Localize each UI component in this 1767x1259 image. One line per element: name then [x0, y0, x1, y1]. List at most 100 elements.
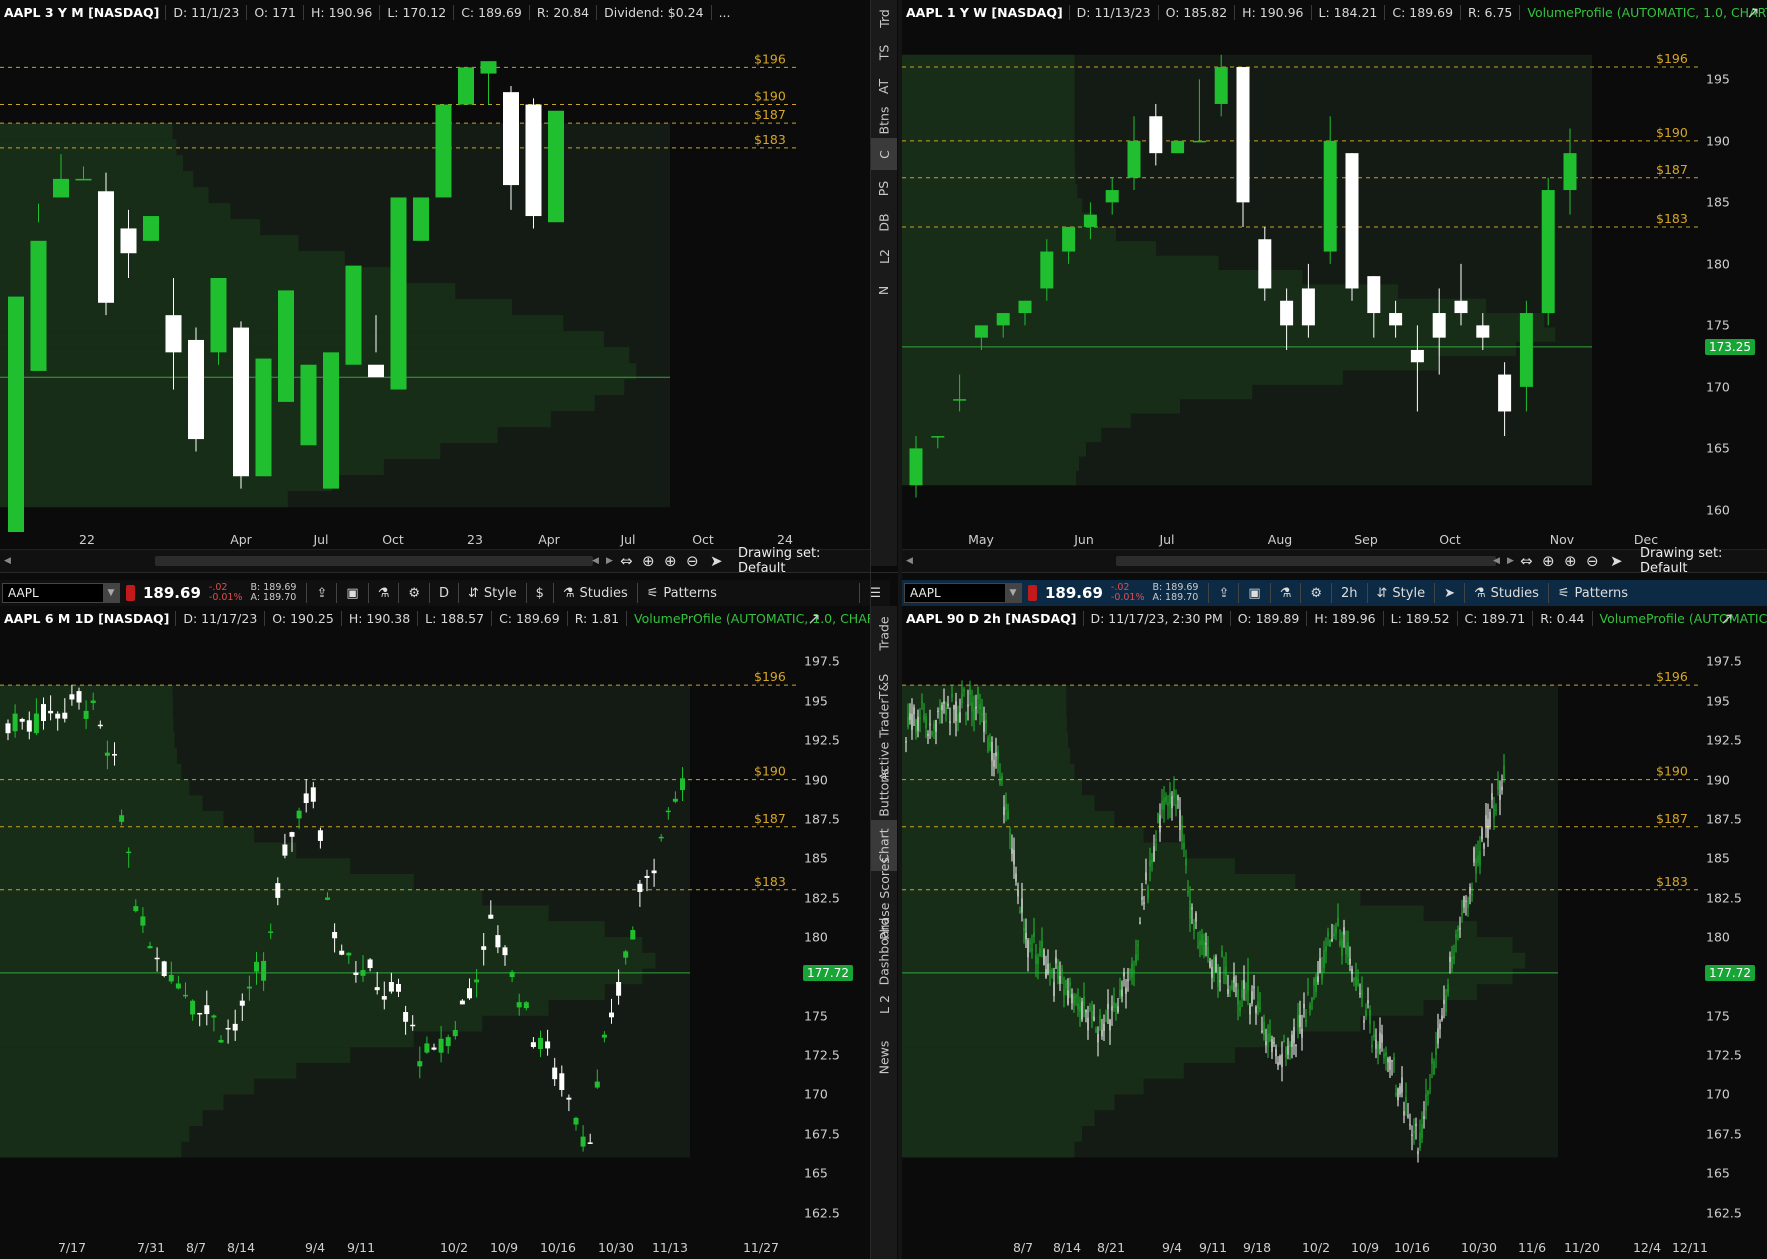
settings-button[interactable]: ⚙ [1300, 583, 1331, 603]
share-button[interactable]: ⇪ [306, 583, 336, 603]
candle-body [488, 914, 494, 919]
candle-body [1177, 795, 1179, 801]
crosshair-icon[interactable]: ⊕ [1542, 552, 1555, 570]
style-button[interactable]: ⇵ Style [1366, 583, 1435, 603]
chart-1y-weekly[interactable]: AAPL 1 Y W [NASDAQ] D: 11/13/23 O: 185.8… [902, 0, 1767, 566]
side-tab-ps[interactable]: PS [871, 172, 897, 204]
candle-body [1205, 943, 1207, 945]
alert-flag-icon[interactable] [1028, 585, 1037, 601]
cursor-icon[interactable]: ➤ [710, 552, 723, 570]
drawing-tools-icon[interactable]: ↗ [1716, 607, 1738, 629]
studies-flask-button[interactable]: ⚗ [367, 583, 399, 603]
chart-header: AAPL 3 Y M [NASDAQ] D: 11/1/23 O: 171 H:… [0, 0, 799, 24]
candle-body [1219, 980, 1221, 982]
level-label: $183 [1656, 211, 1688, 226]
price-tick: 167.5 [804, 1126, 840, 1142]
q1-plot[interactable]: $196 $190 $187 $183 [0, 24, 799, 532]
side-tab-phase-scores[interactable]: Phase Scores [871, 857, 897, 940]
dollar-icon: $ [535, 585, 544, 601]
zoom-out-icon[interactable]: ⊖ [686, 552, 699, 570]
studies-button[interactable]: ⚗ Studies [1463, 583, 1548, 603]
candle-body [1149, 860, 1151, 867]
candle-body [1247, 973, 1249, 991]
menu-button[interactable]: ☰ [859, 583, 890, 603]
side-tab-dashboard[interactable]: Dashboard [871, 918, 897, 986]
time-tick: 22 [79, 532, 95, 547]
chart-3y-monthly[interactable]: AAPL 3 Y M [NASDAQ] D: 11/1/23 O: 171 H:… [0, 0, 799, 566]
candle-body [1051, 970, 1053, 972]
side-tab-trd[interactable]: Trd [871, 2, 897, 34]
candle-body [1023, 927, 1025, 931]
studies-button[interactable]: ⚗ Studies [552, 583, 637, 603]
candle-body [97, 724, 103, 727]
flexible-grid-button[interactable]: ▣ [1238, 583, 1269, 603]
scroll-track[interactable] [1116, 556, 1496, 566]
chevron-down-icon[interactable]: ▼ [1005, 584, 1021, 602]
aggregation-button[interactable]: 2h [1331, 583, 1367, 603]
candle-body [75, 178, 92, 181]
candle-body [1155, 838, 1157, 842]
zoom-out-icon[interactable]: ⊖ [1586, 552, 1599, 570]
time-axis: 8/7 8/14 8/21 9/4 9/11 9/18 10/2 10/9 10/16 10/30… [902, 1240, 1708, 1256]
more-field[interactable]: ... [710, 4, 738, 20]
style-button[interactable]: ⇵ Style [458, 583, 526, 603]
chart-6m-daily[interactable]: AAPL 6 M 1D [NASDAQ] D: 11/17/23 O: 190.… [0, 606, 870, 1259]
chevron-down-icon[interactable]: ▼ [103, 584, 119, 602]
study-label[interactable]: VolumeProfile (AUTOMATIC, 1.0, CHART, 1,… [1519, 4, 1767, 20]
settings-button[interactable]: ⚙ [398, 583, 429, 603]
q2-plot[interactable]: $196 $190 $187 $183 [902, 24, 1702, 532]
patterns-button[interactable]: ⚟ Patterns [1547, 583, 1637, 603]
side-tab-ts[interactable]: TS [871, 36, 897, 68]
studies-flask-button[interactable]: ⚗ [1269, 583, 1301, 603]
side-tab-at[interactable]: AT [871, 70, 897, 102]
candle-body [1375, 1039, 1377, 1049]
side-tab-c[interactable]: C [871, 138, 897, 170]
alert-flag-icon[interactable] [126, 585, 135, 601]
cursor-button[interactable]: ➤ [1434, 583, 1464, 603]
side-tab-active-trader[interactable]: Active Trader [871, 698, 897, 780]
candle-body [1461, 912, 1463, 915]
study-label[interactable]: VolumeProfile (AUTOMATIC, 1.0,... [1591, 610, 1767, 626]
side-tab-buttons[interactable]: Buttons [871, 767, 897, 818]
flexible-grid-button[interactable]: ▣ [336, 583, 367, 603]
candle-body [545, 1041, 551, 1049]
q4-plot[interactable]: $196 $190 $187 $183 [902, 630, 1702, 1233]
scrollbar-q2[interactable]: ◀ ◀ ▶ ⇔ ⊕ ⊕ ⊖ ➤ Drawing set: Default [902, 546, 1767, 576]
candle-body [1411, 1134, 1413, 1136]
chart-90d-2h[interactable]: AAPL 90 D 2h [NASDAQ] D: 11/17/23, 2:30 … [902, 606, 1767, 1259]
scroll-track[interactable] [155, 556, 593, 566]
side-tab-l2[interactable]: L2 [871, 240, 897, 272]
patterns-button[interactable]: ⚟ Patterns [636, 583, 726, 603]
candle-body [1149, 116, 1163, 154]
q3-plot[interactable]: $196 $190 $187 $183 [0, 630, 800, 1233]
cursor-icon[interactable]: ➤ [1610, 552, 1623, 570]
crosshair-icon[interactable]: ⊕ [642, 552, 655, 570]
candle-body [630, 930, 636, 940]
side-tab-l-2[interactable]: L 2 [871, 979, 897, 1030]
side-tab-db[interactable]: DB [871, 206, 897, 238]
candle-body [300, 364, 317, 446]
candle-body [979, 704, 981, 710]
study-label[interactable]: VolumePrOfile (AUTOMATIC, 1.0, CHART, 1,… [626, 610, 870, 626]
drawing-tools-icon[interactable]: ↗ [1742, 1, 1764, 23]
drawing-tools-icon[interactable]: ↗ [803, 607, 825, 629]
candle-body [981, 713, 983, 716]
side-tab-n[interactable]: N [871, 274, 897, 306]
side-tab-trade[interactable]: Trade [871, 608, 897, 659]
aggregation-button[interactable]: D [429, 583, 458, 603]
candle-body [939, 707, 941, 710]
expand-icon[interactable]: ⇔ [1520, 552, 1533, 570]
side-tab-btns[interactable]: Btns [871, 104, 897, 136]
expand-icon[interactable]: ⇔ [620, 552, 633, 570]
zoom-in-icon[interactable]: ⊕ [664, 552, 677, 570]
time-tick: 9/4 [1161, 1240, 1183, 1255]
scrollbar-q1[interactable]: ◀ ◀ ▶ ⇔ ⊕ ⊕ ⊖ ➤ Drawing set: Default [0, 546, 870, 576]
side-tab-news[interactable]: News [871, 1032, 897, 1083]
price-button[interactable]: $ [525, 583, 553, 603]
candle-body [1467, 897, 1469, 908]
symbol-input[interactable]: AAPL ▼ [904, 583, 1022, 603]
candle-body [1397, 1088, 1399, 1101]
zoom-in-icon[interactable]: ⊕ [1564, 552, 1577, 570]
symbol-input[interactable]: AAPL ▼ [2, 583, 120, 603]
share-button[interactable]: ⇪ [1208, 583, 1238, 603]
